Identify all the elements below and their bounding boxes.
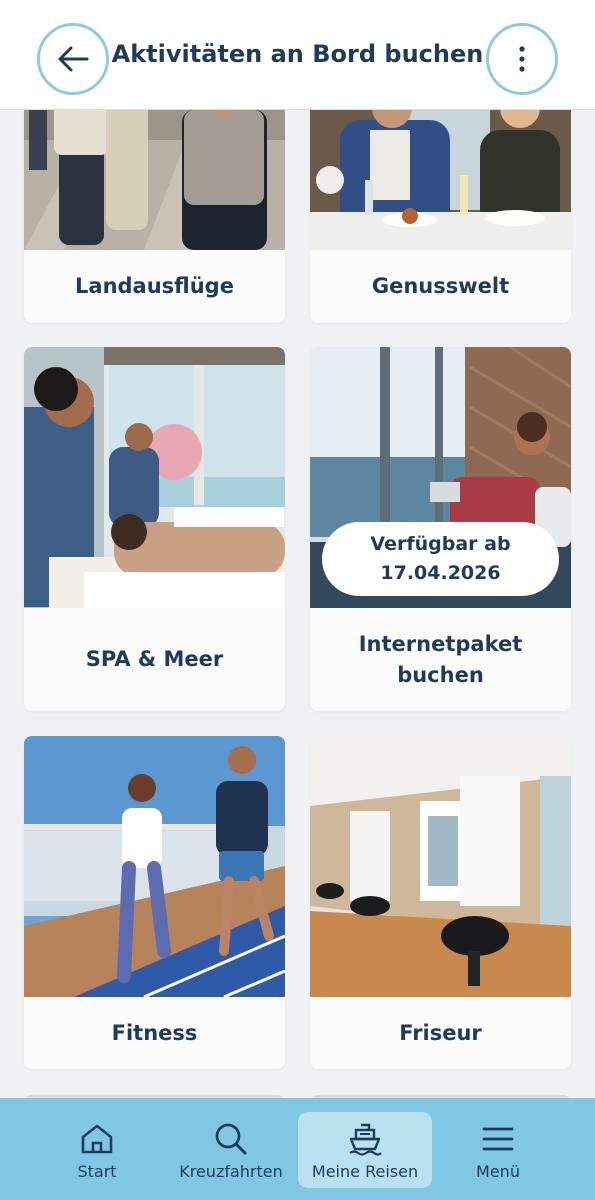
- home-icon: [81, 1124, 113, 1154]
- more-options-button[interactable]: [486, 23, 558, 95]
- nav-menue[interactable]: Menü: [431, 1112, 565, 1188]
- card-fitness[interactable]: Fitness: [24, 736, 285, 1069]
- nav-label: Start: [77, 1162, 117, 1181]
- badge-line-2: 17.04.2026: [380, 562, 501, 584]
- ship-icon: [349, 1123, 382, 1156]
- page-title: Aktivitäten an Bord buchen: [111, 40, 484, 68]
- availability-badge: Verfügbar ab 17.04.2026: [322, 522, 559, 596]
- card-label: Landausflüge: [75, 274, 234, 299]
- card-image-fitness: [24, 736, 285, 997]
- nav-start[interactable]: Start: [30, 1112, 164, 1188]
- card-image-friseur: [310, 736, 571, 997]
- nav-kreuzfahrten[interactable]: Kreuzfahrten: [164, 1112, 298, 1188]
- nav-meine-reisen[interactable]: Meine Reisen: [298, 1112, 432, 1188]
- card-image-spa: [24, 347, 285, 608]
- badge-line-1: Verfügbar ab: [370, 532, 511, 555]
- nav-label: Meine Reisen: [311, 1162, 419, 1181]
- card-label: SPA & Meer: [85, 647, 224, 672]
- card-internetpaket[interactable]: Verfügbar ab 17.04.2026 Internetpaket bu…: [310, 347, 571, 711]
- back-button[interactable]: [37, 23, 109, 95]
- card-image-genusswelt: [310, 110, 571, 250]
- card-label: Internetpaket buchen: [358, 632, 523, 687]
- card-friseur[interactable]: Friseur: [310, 736, 571, 1069]
- arrow-left-icon: [58, 46, 89, 72]
- card-label: Fitness: [111, 1020, 198, 1045]
- app-header: Aktivitäten an Bord buchen: [0, 0, 595, 110]
- menu-icon: [482, 1127, 514, 1151]
- activity-grid: Landausflüge Genusswelt SPA & Meer Verfü…: [0, 110, 595, 1100]
- card-image-landausfluege: [24, 110, 285, 250]
- card-spa-meer[interactable]: SPA & Meer: [24, 347, 285, 711]
- more-vertical-icon: [519, 46, 525, 72]
- card-landausfluege[interactable]: Landausflüge: [24, 110, 285, 323]
- search-icon: [215, 1123, 247, 1155]
- nav-label: Menü: [476, 1162, 520, 1181]
- nav-label: Kreuzfahrten: [179, 1162, 283, 1181]
- card-label: Friseur: [399, 1020, 482, 1045]
- card-genusswelt[interactable]: Genusswelt: [310, 110, 571, 323]
- bottom-navigation: Start Kreuzfahrten Meine Reisen Menü: [0, 1098, 595, 1200]
- card-label: Genusswelt: [371, 274, 510, 299]
